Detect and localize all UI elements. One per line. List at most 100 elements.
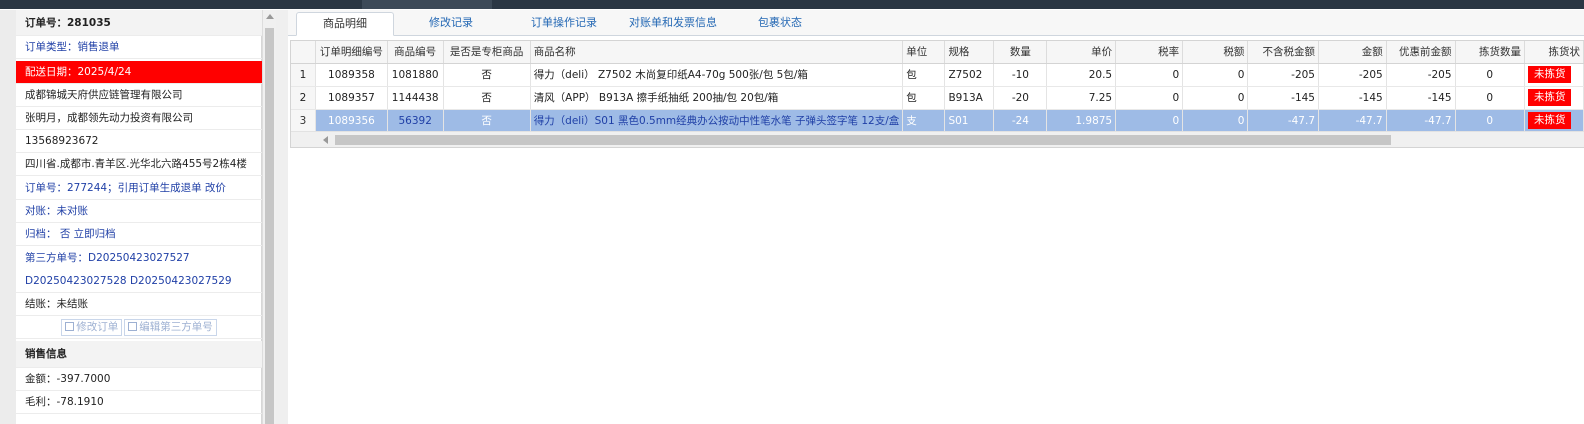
price-cell: 7.25 — [1046, 86, 1117, 110]
quantity-cell: -24 — [993, 109, 1048, 133]
third-party-number-more: D20250423027528 D20250423027529 — [16, 270, 262, 293]
sales-profit: 毛利：-78.1910 — [16, 391, 262, 414]
tax-rate-cell: 0 — [1115, 109, 1184, 133]
company-name: 成都锦城天府供应链管理有限公司 — [16, 84, 262, 107]
order-type: 订单类型：销售退单 — [16, 36, 262, 59]
col-unit-price[interactable]: 单价 — [1046, 41, 1117, 64]
contact-name: 张明月，成都领先动力投资有限公司 — [16, 107, 262, 130]
product-detail-grid: 订单明细编号 商品编号 是否是专柜商品 商品名称 单位 规格 数量 单价 税率 … — [290, 40, 1584, 148]
sales-info-header: 销售信息 — [16, 341, 262, 368]
archive-status[interactable]: 归档： 否 立即归档 — [16, 223, 262, 246]
pick-qty-cell: 0 — [1455, 63, 1525, 87]
quantity-cell: -10 — [993, 63, 1048, 87]
col-product-id[interactable]: 商品编号 — [387, 41, 444, 64]
left-panel-scrollbar[interactable] — [262, 10, 276, 424]
col-unit[interactable]: 单位 — [902, 41, 946, 64]
pick-qty-cell: 0 — [1455, 86, 1525, 110]
col-counter-product[interactable]: 是否是专柜商品 — [443, 41, 531, 64]
left-gutter — [0, 10, 16, 424]
net-amount-cell: -205 — [1247, 63, 1319, 87]
col-pre-discount[interactable]: 优惠前金额 — [1386, 41, 1456, 64]
col-product-name[interactable]: 商品名称 — [530, 41, 904, 64]
pick-status-badge[interactable]: 未拣货 — [1527, 89, 1572, 106]
sales-amount: 金额：-397.7000 — [16, 368, 262, 391]
pick-status-cell: 未拣货 — [1524, 109, 1584, 133]
edit-third-party-button[interactable]: 编辑第三方单号 — [124, 318, 217, 336]
spec-cell: B913A — [944, 86, 995, 110]
detail-id-cell: 1089357 — [315, 86, 388, 110]
address: 四川省.成都市.青羊区.光华北六路455号2栋4楼 — [16, 153, 262, 176]
unit-cell: 支 — [902, 109, 946, 133]
pick-status-cell: 未拣货 — [1524, 63, 1584, 87]
price-cell: 1.9875 — [1046, 109, 1117, 133]
phone-number: 13568923672 — [16, 130, 262, 153]
reference-order-link[interactable]: 订单号：277244；引用订单生成退单 改价 — [16, 177, 262, 200]
col-rownum — [291, 41, 317, 64]
horizontal-scrollbar-thumb[interactable] — [335, 135, 1391, 145]
edit-third-party-label: 编辑第三方单号 — [139, 320, 213, 333]
table-header-row: 订单明细编号 商品编号 是否是专柜商品 商品名称 单位 规格 数量 单价 税率 … — [291, 41, 1584, 64]
scrollbar-thumb[interactable] — [265, 28, 274, 424]
col-pick-status[interactable]: 拣货状 — [1524, 41, 1584, 64]
scroll-up-arrow-icon[interactable] — [266, 14, 274, 19]
settlement-status: 结账：未结账 — [16, 293, 262, 316]
tax-rate-cell: 0 — [1115, 86, 1184, 110]
edit-order-button[interactable]: 修改订单 — [61, 318, 123, 336]
tax-cell: 0 — [1182, 63, 1249, 87]
product-id-link[interactable]: 1081880 — [387, 63, 444, 87]
top-bar — [0, 0, 1584, 9]
tax-cell: 0 — [1182, 86, 1249, 110]
col-tax-amount[interactable]: 税额 — [1182, 41, 1249, 64]
tab-bar: 商品明细 修改记录 订单操作记录 对账单和发票信息 包裹状态 — [288, 10, 1584, 36]
col-pick-qty[interactable]: 拣货数量 — [1455, 41, 1525, 64]
product-name-link[interactable]: 清风（APP） B913A 擦手纸抽纸 200抽/包 20包/箱 — [530, 86, 904, 110]
panel-divider — [276, 10, 288, 424]
detail-id-cell: 1089356 — [315, 109, 388, 133]
col-detail-id[interactable]: 订单明细编号 — [315, 41, 388, 64]
order-info-panel: 订单号：281035 订单类型：销售退单 配送日期：2025/4/24 成都锦城… — [16, 10, 262, 424]
pick-status-badge[interactable]: 未拣货 — [1527, 66, 1572, 83]
pick-status-badge[interactable]: 未拣货 — [1527, 112, 1572, 129]
tab-product-details[interactable]: 商品明细 — [296, 12, 394, 36]
amount-cell: -145 — [1318, 86, 1387, 110]
col-quantity[interactable]: 数量 — [993, 41, 1048, 64]
edit-icon — [65, 321, 75, 331]
pre-discount-cell: -47.7 — [1386, 109, 1456, 133]
tab-package-status[interactable]: 包裹状态 — [750, 12, 810, 36]
row-number: 2 — [291, 86, 317, 110]
row-number: 1 — [291, 63, 317, 87]
top-bar-highlight — [362, 0, 492, 9]
tax-rate-cell: 0 — [1115, 63, 1184, 87]
table-row-selected[interactable]: 3 1089356 56392 否 得力（deli）S01 黑色0.5mm经典办… — [291, 109, 1584, 133]
pre-discount-cell: -145 — [1386, 86, 1456, 110]
tab-edit-history[interactable]: 修改记录 — [414, 12, 488, 36]
order-number-title: 订单号：281035 — [16, 10, 262, 36]
net-amount-cell: -47.7 — [1247, 109, 1319, 133]
product-name-link[interactable]: 得力（deli） Z7502 木尚复印纸A4-70g 500张/包 5包/箱 — [530, 63, 904, 87]
counter-cell: 否 — [443, 109, 531, 133]
pick-qty-cell: 0 — [1455, 109, 1525, 133]
counter-cell: 否 — [443, 63, 531, 87]
tab-statement-invoice[interactable]: 对账单和发票信息 — [624, 12, 722, 36]
reconcile-status: 对账：未对账 — [16, 200, 262, 223]
col-tax-rate[interactable]: 税率 — [1115, 41, 1184, 64]
col-amount[interactable]: 金额 — [1318, 41, 1387, 64]
third-party-number: 第三方单号：D20250423027527 — [25, 252, 190, 264]
product-id-link[interactable]: 56392 — [387, 109, 444, 133]
table-row[interactable]: 1 1089358 1081880 否 得力（deli） Z7502 木尚复印纸… — [291, 63, 1584, 87]
spec-cell: S01 — [944, 109, 995, 133]
horizontal-scrollbar[interactable] — [291, 131, 1584, 147]
pre-discount-cell: -205 — [1386, 63, 1456, 87]
tab-order-operation-log[interactable]: 订单操作记录 — [522, 12, 606, 36]
table-row[interactable]: 2 1089357 1144438 否 清风（APP） B913A 擦手纸抽纸 … — [291, 86, 1584, 110]
unit-cell: 包 — [902, 63, 946, 87]
product-id-link[interactable]: 1144438 — [387, 86, 444, 110]
col-net-amount[interactable]: 不含税金额 — [1247, 41, 1319, 64]
scroll-left-arrow-icon[interactable] — [323, 136, 328, 144]
product-name-link[interactable]: 得力（deli）S01 黑色0.5mm经典办公按动中性笔水笔 子弹头签字笔 12… — [530, 109, 904, 133]
spec-cell: Z7502 — [944, 63, 995, 87]
col-spec[interactable]: 规格 — [944, 41, 995, 64]
order-actions: 修改订单 编辑第三方单号 — [16, 316, 262, 339]
product-table: 订单明细编号 商品编号 是否是专柜商品 商品名称 单位 规格 数量 单价 税率 … — [291, 41, 1584, 133]
row-number: 3 — [291, 109, 317, 133]
